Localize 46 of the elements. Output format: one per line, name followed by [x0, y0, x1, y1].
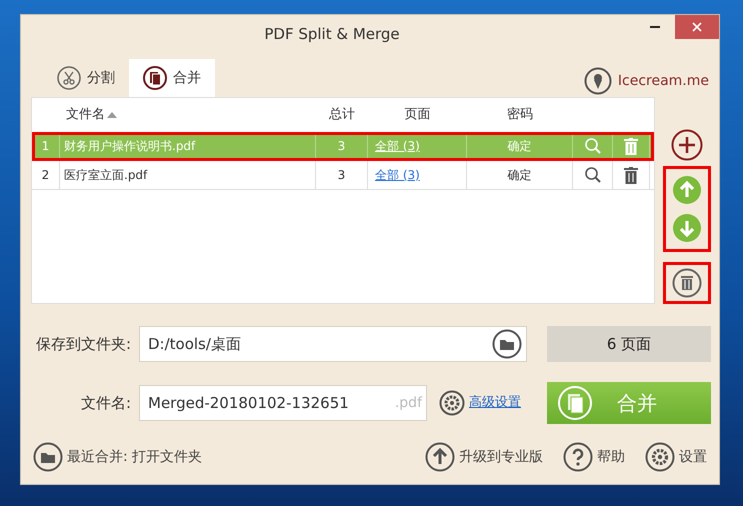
advanced-settings-link[interactable]: 高级设置	[469, 393, 521, 413]
plus-icon	[671, 129, 704, 161]
table-row[interactable]: 2 医疗室立面.pdf 3 全部 (3) 确定	[32, 161, 654, 190]
browse-folder-icon[interactable]	[492, 329, 522, 359]
minimize-icon	[650, 26, 660, 28]
recent-merge-button[interactable]: 最近合并: 打开文件夹	[33, 442, 202, 472]
file-name-cell-text: 医疗室立面.pdf	[64, 167, 148, 184]
password-cell[interactable]: 确定	[508, 166, 532, 184]
folder-icon	[33, 442, 63, 472]
upgrade-button[interactable]: 升级到专业版	[425, 442, 543, 472]
row-number: 2	[42, 167, 50, 184]
gear-icon[interactable]	[439, 390, 465, 416]
tab[interactable]: 分割	[43, 59, 129, 97]
close-icon	[692, 22, 702, 32]
column-header[interactable]: 总计	[329, 105, 355, 125]
settings-button[interactable]: 设置	[645, 442, 707, 472]
page-range-link[interactable]: 全部 (3)	[375, 166, 420, 184]
close-button[interactable]	[675, 15, 719, 39]
help-button[interactable]: 帮助	[563, 442, 625, 472]
save-folder-field[interactable]: D:/tools/桌面	[139, 326, 527, 362]
page-total-cell-text: 3	[338, 167, 346, 184]
add-file-button[interactable]	[671, 129, 704, 161]
trash-icon[interactable]	[624, 166, 638, 184]
tab[interactable]: 合并	[129, 59, 215, 97]
sort-arrow-icon	[105, 110, 119, 120]
scissors-icon	[57, 66, 81, 90]
save-folder-label: 保存到文件夹:	[34, 334, 132, 355]
trash-icon	[672, 268, 702, 298]
arrow-up-icon	[425, 442, 455, 472]
row-number: 1	[42, 138, 50, 155]
brand-link[interactable]: Icecream.me	[584, 61, 709, 95]
column-header[interactable]: 文件名	[66, 105, 105, 125]
file-name-field[interactable]: Merged-20180102-132651 .pdf	[139, 385, 427, 421]
documents-icon	[143, 66, 167, 90]
page-total-cell-text: 3	[338, 138, 346, 155]
column-header[interactable]: 密码	[507, 105, 533, 125]
merge-icon	[557, 385, 593, 421]
question-icon	[563, 442, 593, 472]
gear-icon	[645, 442, 675, 472]
file-name-label: 文件名:	[80, 392, 132, 414]
window-title: PDF Split & Merge	[263, 24, 401, 45]
column-header[interactable]: 页面	[404, 105, 430, 125]
search-icon[interactable]	[584, 166, 602, 184]
clear-list-button[interactable]	[672, 268, 702, 298]
page-count: 6 页面	[547, 326, 711, 362]
file-name-cell-text: 财务用户操作说明书.pdf	[64, 138, 196, 155]
